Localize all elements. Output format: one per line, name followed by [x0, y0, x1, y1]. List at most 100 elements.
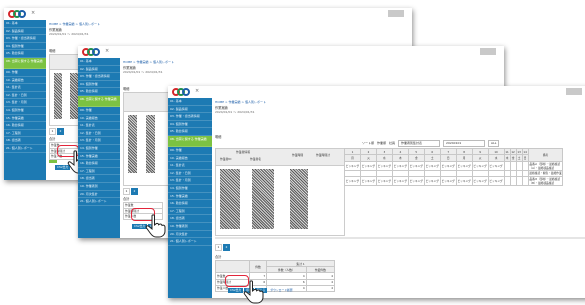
table-cell: ピッキング — [487, 160, 505, 171]
table-cell: ピッキング — [471, 176, 489, 187]
table-cell: ピッキング — [359, 176, 377, 187]
page-button[interactable]: 2 — [57, 128, 64, 135]
sidebar-item[interactable]: 03. 作業・担当者情報 — [168, 113, 212, 121]
sidebar-item[interactable]: 11. 集計表 — [78, 122, 120, 130]
sidebar-item[interactable]: 04. 個別作業 — [78, 81, 120, 89]
sidebar-item[interactable]: 14. 個別作業 — [168, 185, 212, 193]
date-select[interactable]: 20240101 — [443, 140, 486, 147]
sidebar-item[interactable]: 12. 集計・日別 — [4, 92, 46, 100]
sidebar: 01. 基本 02. 製品情報 03. 作業・担当者情報 04. 個別作業 05… — [168, 98, 212, 298]
sidebar-item[interactable]: 11. 集計表 — [168, 162, 212, 170]
sidebar-item-active[interactable]: 08. 出荷に関する 作業実績 — [168, 135, 212, 147]
sort-option-a[interactable]: 作業順 — [377, 141, 386, 145]
sidebar-item[interactable]: 03. 作業・担当者情報 — [78, 73, 120, 81]
sidebar-item[interactable]: 12. 集計・日別 — [78, 130, 120, 138]
page-button[interactable]: 2 — [223, 244, 230, 251]
sidebar-item[interactable]: 19. 作業者別 — [168, 223, 212, 231]
sidebar-item[interactable]: 10. 実績報告 — [4, 77, 46, 85]
horizontal-scrollbar[interactable] — [215, 237, 585, 239]
sidebar-item[interactable]: 20. 月次集計 — [78, 191, 120, 199]
breadcrumb[interactable]: HOME > 作業実績 > 個人別レポート — [123, 60, 174, 64]
sidebar-item[interactable]: 17. 工程別 — [4, 130, 46, 138]
sidebar-item[interactable]: 02. 製品情報 — [78, 66, 120, 74]
page-button[interactable]: 1 — [123, 188, 130, 195]
sidebar: 01. 基本 02. 製品情報 03. 作業・担当者情報 04. 個別作業 05… — [4, 20, 46, 180]
sidebar-item[interactable]: 13. 集計・月別 — [4, 99, 46, 107]
page-button[interactable]: 1 — [215, 244, 222, 251]
sidebar-item[interactable]: 17. 工程別 — [168, 208, 212, 216]
sidebar-item[interactable]: 01. 基本 — [4, 20, 46, 28]
close-icon[interactable]: × — [31, 10, 35, 16]
sidebar-item-active[interactable]: 08. 出荷に関する 作業実績 — [78, 95, 120, 107]
sidebar-item[interactable]: 17. 工程別 — [78, 168, 120, 176]
table-row[interactable]: ピッキング ピッキング ピッキング ピッキング ピッキング ピッキング ピッキン… — [344, 176, 564, 187]
sidebar-item[interactable]: 03. 作業・担当者情報 — [4, 35, 46, 43]
sidebar-item[interactable]: 21. 個人別レポート — [4, 145, 46, 153]
sidebar-item[interactable]: 09. 作業 — [4, 69, 46, 77]
sidebar-item[interactable]: 19. 作業者別 — [78, 183, 120, 191]
download-history-link[interactable]: ダウンロード履歴 — [268, 288, 294, 293]
sidebar-item[interactable]: 16. 勤怠情報 — [4, 122, 46, 130]
sidebar-item[interactable]: 09. 作業 — [78, 107, 120, 115]
sidebar-item[interactable]: 16. 勤怠情報 — [168, 200, 212, 208]
table-cell: ピッキング — [344, 160, 361, 171]
sidebar-item[interactable]: 02. 製品情報 — [168, 106, 212, 114]
remark-cell: 品番②（部材）・最終確認 （A）・最終検品確認 — [527, 160, 564, 171]
sidebar-item[interactable]: 11. 集計表 — [4, 84, 46, 92]
sidebar-item[interactable]: 16. 勤怠情報 — [78, 160, 120, 168]
sidebar-item[interactable]: 14. 個別作業 — [78, 145, 120, 153]
report-select[interactable]: 作業者別集計表 — [398, 140, 441, 147]
page-button[interactable]: 1 — [49, 128, 56, 135]
sidebar-item[interactable]: 02. 製品情報 — [4, 28, 46, 36]
table-cell: ピッキング — [391, 160, 409, 171]
sidebar-item[interactable]: 05. 勤怠情報 — [168, 128, 212, 136]
sidebar-item[interactable]: 04. 個別作業 — [4, 43, 46, 51]
breadcrumb[interactable]: HOME > 作業実績 > 個人別レポート — [49, 22, 100, 26]
window-control[interactable] — [566, 88, 582, 95]
sidebar-item[interactable]: 01. 基本 — [78, 58, 120, 66]
sidebar-item[interactable]: 10. 実績報告 — [168, 155, 212, 163]
sidebar-item[interactable]: 20. 月次集計 — [168, 231, 212, 239]
sidebar-item[interactable]: 04. 個別作業 — [168, 121, 212, 129]
breadcrumb[interactable]: HOME > 作業実績 > 個人別レポート — [215, 100, 266, 104]
sort-option-b[interactable]: 社員 — [389, 141, 395, 145]
sidebar-item[interactable]: 13. 集計・月別 — [168, 177, 212, 185]
sidebar-item[interactable]: 15. 作業実績 — [4, 115, 46, 123]
date-range: 2024/01/01 ～ 2024/01/31 — [123, 70, 163, 74]
table-row[interactable]: ピッキング ピッキング ピッキング ピッキング ピッキング ピッキング ピッキン… — [344, 160, 564, 171]
title-bar: × — [4, 8, 412, 20]
close-icon[interactable]: × — [195, 88, 199, 94]
section-title: 合計 — [123, 197, 130, 201]
sidebar-item[interactable]: 21. 個人別レポート — [168, 238, 212, 246]
summary-value: 4 — [305, 284, 336, 292]
page-button[interactable]: 2 — [131, 188, 138, 195]
status-marker — [49, 160, 57, 163]
app-logo-icon — [8, 10, 26, 18]
table-cell: ピッキング — [359, 160, 377, 171]
sidebar-item[interactable]: 13. 集計・月別 — [78, 137, 120, 145]
sidebar-item[interactable]: 14. 個別作業 — [4, 107, 46, 115]
pager: 1 2 — [123, 188, 138, 195]
table-cell: ピッキング — [439, 176, 457, 187]
sidebar-item[interactable]: 18. 担当者 — [168, 215, 212, 223]
sidebar-item-active[interactable]: 08. 出荷に関する 作業実績 — [4, 57, 46, 69]
window-control[interactable] — [480, 48, 496, 55]
sidebar-item[interactable]: 21. 個人別レポート — [78, 198, 120, 206]
sidebar-item[interactable]: 01. 基本 — [168, 98, 212, 106]
sidebar-item[interactable]: 18. 担当者 — [78, 175, 120, 183]
remark-cell: 品番③（部材）・最終確認 （B）・最終検品確認 — [527, 176, 564, 187]
sidebar-item[interactable]: 15. 作業実績 — [78, 153, 120, 161]
sidebar-item[interactable]: 12. 集計・日別 — [168, 170, 212, 178]
sidebar-item[interactable]: 05. 勤怠情報 — [78, 88, 120, 96]
date-range: 2024/01/01 ～ 2024/01/31 — [49, 32, 89, 36]
window-control[interactable] — [388, 10, 404, 17]
sidebar-item[interactable]: 10. 実績報告 — [78, 115, 120, 123]
scope-select[interactable]: ALL — [488, 140, 500, 147]
close-icon[interactable]: × — [105, 48, 109, 54]
sidebar-item[interactable]: 18. 担当者 — [4, 137, 46, 145]
sidebar-item[interactable]: 05. 勤怠情報 — [4, 50, 46, 58]
section-title: 合計 — [49, 137, 56, 141]
csv-button[interactable]: CSV出力 — [228, 288, 244, 293]
sidebar-item[interactable]: 09. 作業 — [168, 147, 212, 155]
sidebar-item[interactable]: 15. 作業実績 — [168, 193, 212, 201]
